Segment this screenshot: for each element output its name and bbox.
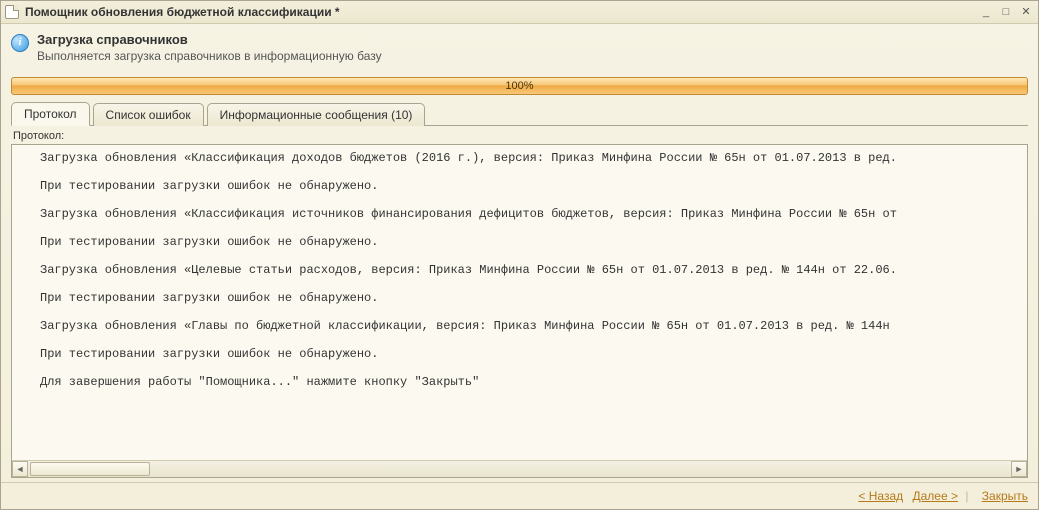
content-area: i Загрузка справочников Выполняется загр… xyxy=(1,24,1038,482)
document-icon xyxy=(5,5,19,19)
page-header-text: Загрузка справочников Выполняется загруз… xyxy=(37,32,382,63)
log-line: Для завершения работы "Помощника..." наж… xyxy=(40,375,1019,389)
titlebar: Помощник обновления бюджетной классифика… xyxy=(1,1,1038,24)
log-line: При тестировании загрузки ошибок не обна… xyxy=(40,347,1019,361)
tabstrip: Протокол Список ошибок Информационные со… xyxy=(11,101,1028,126)
log-body[interactable]: Загрузка обновления «Классификация доход… xyxy=(12,145,1027,460)
minimize-button[interactable]: _ xyxy=(978,5,994,19)
window-controls: _ □ ✕ xyxy=(978,5,1034,19)
log-line: Загрузка обновления «Целевые статьи расх… xyxy=(40,263,1019,277)
tab-protocol[interactable]: Протокол xyxy=(11,102,90,126)
page-subtitle: Выполняется загрузка справочников в инфо… xyxy=(37,49,382,63)
log-line: Загрузка обновления «Классификация доход… xyxy=(40,151,1019,165)
progress-bar: 100% xyxy=(11,77,1028,95)
tab-info-messages[interactable]: Информационные сообщения (10) xyxy=(207,103,426,126)
info-icon: i xyxy=(11,34,29,52)
separator: | xyxy=(965,489,968,503)
log-line: Загрузка обновления «Главы по бюджетной … xyxy=(40,319,1019,333)
log-line: При тестировании загрузки ошибок не обна… xyxy=(40,235,1019,249)
window-title: Помощник обновления бюджетной классифика… xyxy=(25,5,978,19)
scroll-left-button[interactable]: ◄ xyxy=(12,461,28,477)
horizontal-scrollbar[interactable]: ◄ ► xyxy=(12,460,1027,477)
app-window: Помощник обновления бюджетной классифика… xyxy=(0,0,1039,510)
scroll-thumb[interactable] xyxy=(30,462,150,476)
log-line: При тестировании загрузки ошибок не обна… xyxy=(40,291,1019,305)
page-header: i Загрузка справочников Выполняется загр… xyxy=(11,32,1028,63)
tab-errors[interactable]: Список ошибок xyxy=(93,103,204,126)
progress-label: 100% xyxy=(12,78,1027,94)
close-window-button[interactable]: ✕ xyxy=(1018,5,1034,19)
maximize-button[interactable]: □ xyxy=(998,5,1014,19)
next-button[interactable]: Далее > xyxy=(912,489,958,503)
close-button[interactable]: Закрыть xyxy=(982,489,1028,503)
scroll-right-button[interactable]: ► xyxy=(1011,461,1027,477)
log-label: Протокол: xyxy=(13,130,1028,142)
log-line: При тестировании загрузки ошибок не обна… xyxy=(40,179,1019,193)
log-panel: Загрузка обновления «Классификация доход… xyxy=(11,144,1028,478)
wizard-footer: < Назад Далее > | Закрыть xyxy=(1,482,1038,509)
page-title: Загрузка справочников xyxy=(37,32,382,47)
log-line: Загрузка обновления «Классификация источ… xyxy=(40,207,1019,221)
back-button[interactable]: < Назад xyxy=(858,489,903,503)
